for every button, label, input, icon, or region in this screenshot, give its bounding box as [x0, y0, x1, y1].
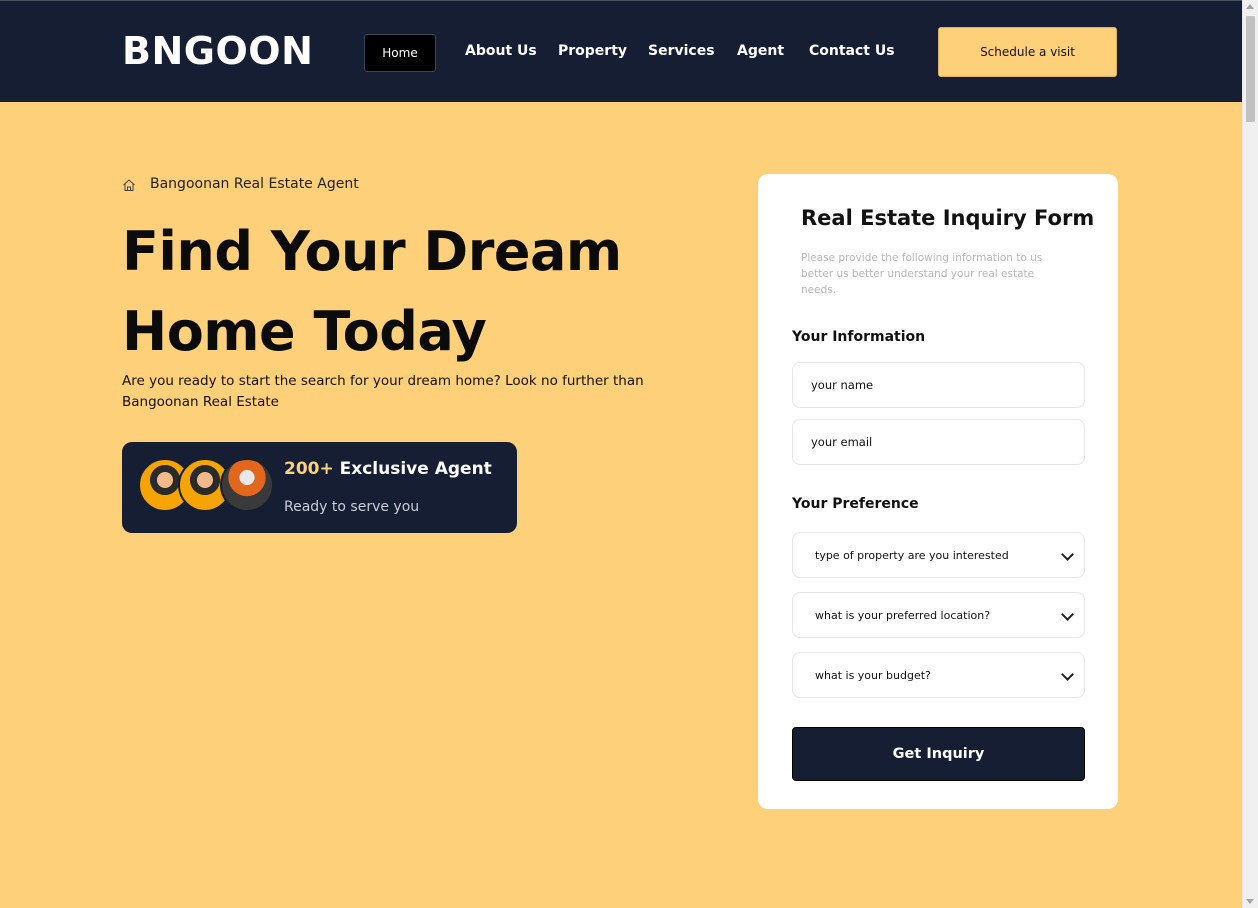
hero-description: Are you ready to start the search for yo…	[122, 373, 644, 410]
nav-home[interactable]: Home	[364, 34, 436, 72]
agent-avatar	[220, 458, 274, 512]
property-type-select[interactable]: type of property are you interested	[792, 532, 1085, 578]
agent-label: Exclusive Agent	[339, 459, 492, 479]
property-type-value: type of property are you interested	[815, 548, 1009, 562]
nav-agent[interactable]: Agent	[737, 43, 784, 59]
nav-property[interactable]: Property	[558, 43, 627, 59]
your-preference-label: Your Preference	[792, 496, 919, 512]
nav-services[interactable]: Services	[648, 43, 715, 59]
scroll-up-arrow-icon[interactable]	[1246, 4, 1254, 9]
agent-count: 200+	[284, 459, 334, 479]
site-logo[interactable]: BNGOON	[122, 29, 313, 73]
get-inquiry-button[interactable]: Get Inquiry	[792, 727, 1085, 781]
agent-card-subtitle: Ready to serve you	[284, 499, 420, 515]
top-navbar: BNGOON Home About Us Property Services A…	[0, 0, 1243, 102]
form-description: Please provide the following information…	[801, 252, 1043, 296]
hero-title: Find Your Dream Home Today	[122, 220, 622, 363]
location-select[interactable]: what is your preferred location?	[792, 592, 1085, 638]
nav-contact-us[interactable]: Contact Us	[809, 43, 895, 59]
agent-card: 200+ Exclusive Agent Ready to serve you	[122, 442, 517, 533]
scroll-thumb[interactable]	[1246, 16, 1255, 122]
name-field[interactable]	[792, 362, 1085, 408]
location-value: what is your preferred location?	[815, 608, 991, 622]
budget-select[interactable]: what is your budget?	[792, 652, 1085, 698]
inquiry-form: Real Estate Inquiry Form Please provide …	[758, 174, 1118, 809]
breadcrumb: Bangoonan Real Estate Agent	[150, 176, 359, 192]
agent-card-title: 200+ Exclusive Agent	[284, 459, 492, 479]
budget-value: what is your budget?	[815, 668, 931, 682]
nav-about-us[interactable]: About Us	[465, 43, 537, 59]
chevron-down-icon	[1061, 608, 1074, 621]
page-scrollbar[interactable]	[1242, 0, 1258, 908]
home-icon	[123, 179, 135, 191]
schedule-visit-button[interactable]: Schedule a visit	[938, 27, 1117, 77]
email-field[interactable]	[792, 419, 1085, 465]
chevron-down-icon	[1061, 548, 1074, 561]
chevron-down-icon	[1061, 668, 1074, 681]
form-title: Real Estate Inquiry Form	[801, 206, 1095, 230]
your-information-label: Your Information	[792, 329, 926, 345]
scroll-down-arrow-icon[interactable]	[1246, 899, 1254, 904]
